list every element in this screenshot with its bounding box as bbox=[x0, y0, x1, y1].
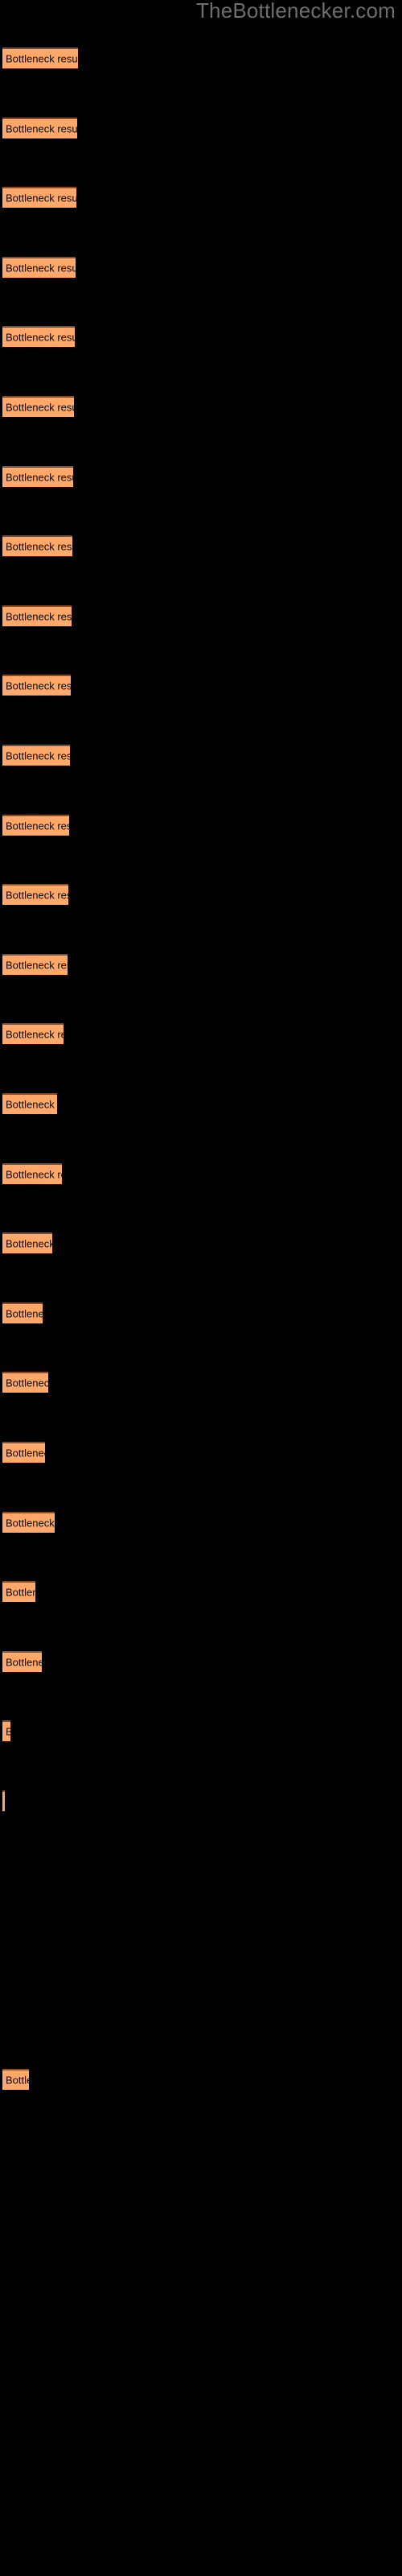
bar-row: Bottleneck result bbox=[0, 884, 402, 906]
bar[interactable]: Bottleneck result bbox=[2, 47, 78, 68]
bar-row: Bottleneck result bbox=[0, 1302, 402, 1323]
bar-label: Bottleneck result bbox=[6, 1028, 64, 1041]
bar-label: Bottleneck result bbox=[6, 1586, 35, 1599]
bar[interactable]: Bottleneck result bbox=[2, 745, 70, 766]
bar-label: Bottleneck result bbox=[6, 331, 75, 344]
bar-row: Bottleneck result bbox=[0, 396, 402, 417]
bar-row: Bottleneck result bbox=[0, 47, 402, 68]
bar[interactable]: Bottleneck result bbox=[2, 326, 75, 348]
bar-row: Bottleneck result bbox=[0, 1511, 402, 1533]
bar-row: Bottleneck result bbox=[0, 953, 402, 975]
bar-row: Bottleneck result bbox=[0, 605, 402, 626]
bar-label: Bottleneck result bbox=[6, 122, 77, 135]
bar-row: Bottleneck result bbox=[0, 535, 402, 557]
bar[interactable]: Bottleneck result bbox=[2, 117, 77, 138]
bar-row: Bottleneck result bbox=[0, 675, 402, 696]
bar[interactable]: Bottleneck result bbox=[2, 953, 68, 975]
bar-label: Bottleneck result bbox=[6, 610, 72, 623]
bar-label: Bottleneck result bbox=[6, 262, 76, 275]
plot-area: Bottleneck result Bottleneck result Bottle… bbox=[0, 0, 402, 2576]
bar[interactable]: Bottleneck result bbox=[2, 535, 72, 557]
bar-row: Bottleneck result bbox=[0, 745, 402, 766]
bar-label: Bottleneck result bbox=[6, 749, 70, 762]
bar[interactable]: Bottleneck result bbox=[2, 1650, 42, 1672]
bar[interactable]: Bottleneck result bbox=[2, 1372, 48, 1393]
bar-row: Bottleneck result bbox=[0, 326, 402, 348]
bar[interactable]: Bottleneck result bbox=[2, 1581, 35, 1603]
bar-row: Bottleneck result bbox=[0, 256, 402, 278]
bar-row: Bottleneck result bbox=[0, 814, 402, 836]
bar-label: Bottleneck result bbox=[6, 959, 68, 972]
bar-row: Bottleneck result bbox=[0, 465, 402, 487]
bar[interactable]: Bottleneck result bbox=[2, 884, 68, 906]
bar-row bbox=[0, 1930, 402, 1951]
bar[interactable]: Bottleneck result bbox=[2, 187, 76, 208]
bar-label: Bottleneck result bbox=[6, 52, 78, 65]
bar-row bbox=[0, 1860, 402, 1881]
bar-row: Bottleneck result bbox=[0, 1442, 402, 1463]
bar[interactable]: Bottleneck result bbox=[2, 1232, 52, 1254]
bar[interactable]: Bottleneck result bbox=[2, 814, 69, 836]
bottleneck-chart: TheBottlenecker.com Bottleneck result Bot… bbox=[0, 0, 402, 2576]
bar-row: Bottleneck result bbox=[0, 1790, 402, 1811]
bar-row: Bottleneck result bbox=[0, 1650, 402, 1672]
bar-row: Bottleneck result bbox=[0, 1232, 402, 1254]
bar-row: Bottleneck result bbox=[0, 117, 402, 138]
bar-label: Bottleneck result bbox=[6, 540, 72, 553]
bar[interactable]: Bottleneck result bbox=[2, 605, 72, 626]
bar-label: Bottleneck result bbox=[6, 1447, 45, 1459]
bar-label: Bottleneck result bbox=[6, 471, 73, 484]
bar-row: Bottleneck result bbox=[0, 1720, 402, 1742]
bar[interactable]: Bottleneck result bbox=[2, 1720, 10, 1742]
bar-row bbox=[0, 2000, 402, 2021]
bar-label: Bottleneck result bbox=[6, 1517, 55, 1530]
bar[interactable]: Bottleneck result bbox=[2, 675, 71, 696]
bar[interactable]: Bottleneck result bbox=[2, 396, 74, 417]
bar-label: Bottleneck result bbox=[6, 401, 74, 414]
bar-label: Bottleneck result bbox=[6, 819, 69, 832]
bar-label: Bottleneck result bbox=[6, 2074, 29, 2087]
bar-label: Bottleneck result bbox=[6, 1168, 62, 1181]
bar-label: Bottleneck result bbox=[6, 1098, 57, 1111]
bar-label: Bottleneck result bbox=[6, 1656, 42, 1669]
bar-label: Bottleneck result bbox=[6, 1237, 52, 1250]
bar[interactable]: Bottleneck result bbox=[2, 1511, 55, 1533]
bar-label: Bottleneck result bbox=[6, 889, 68, 902]
bar-label: Bottleneck result bbox=[6, 1307, 43, 1320]
bar-row: Bottleneck result bbox=[0, 1581, 402, 1603]
bar-label: Bottleneck result bbox=[6, 679, 71, 692]
bar[interactable]: Bottleneck result bbox=[2, 1093, 57, 1114]
bar-row: Bottleneck result bbox=[0, 1023, 402, 1045]
bar-label: Bottleneck result bbox=[6, 192, 76, 204]
bar-row: Bottleneck result bbox=[0, 1093, 402, 1114]
bar[interactable]: Bottleneck result bbox=[2, 1162, 62, 1184]
bar-row: Bottleneck result bbox=[0, 1372, 402, 1393]
bar-label: Bottleneck result bbox=[6, 1727, 10, 1737]
bar[interactable]: Bottleneck result bbox=[2, 256, 76, 278]
bar-row: Bottleneck result bbox=[0, 2069, 402, 2091]
bar[interactable]: Bottleneck result bbox=[2, 1442, 45, 1463]
bar-row: Bottleneck result bbox=[0, 187, 402, 208]
bar[interactable]: Bottleneck result bbox=[2, 465, 73, 487]
bar[interactable]: Bottleneck result bbox=[2, 1790, 5, 1811]
bar[interactable]: Bottleneck result bbox=[2, 1023, 64, 1045]
bar[interactable]: Bottleneck result bbox=[2, 1302, 43, 1323]
bar-row: Bottleneck result bbox=[0, 1162, 402, 1184]
bar-label: Bottleneck result bbox=[6, 1377, 48, 1389]
bar[interactable]: Bottleneck result bbox=[2, 2069, 29, 2091]
